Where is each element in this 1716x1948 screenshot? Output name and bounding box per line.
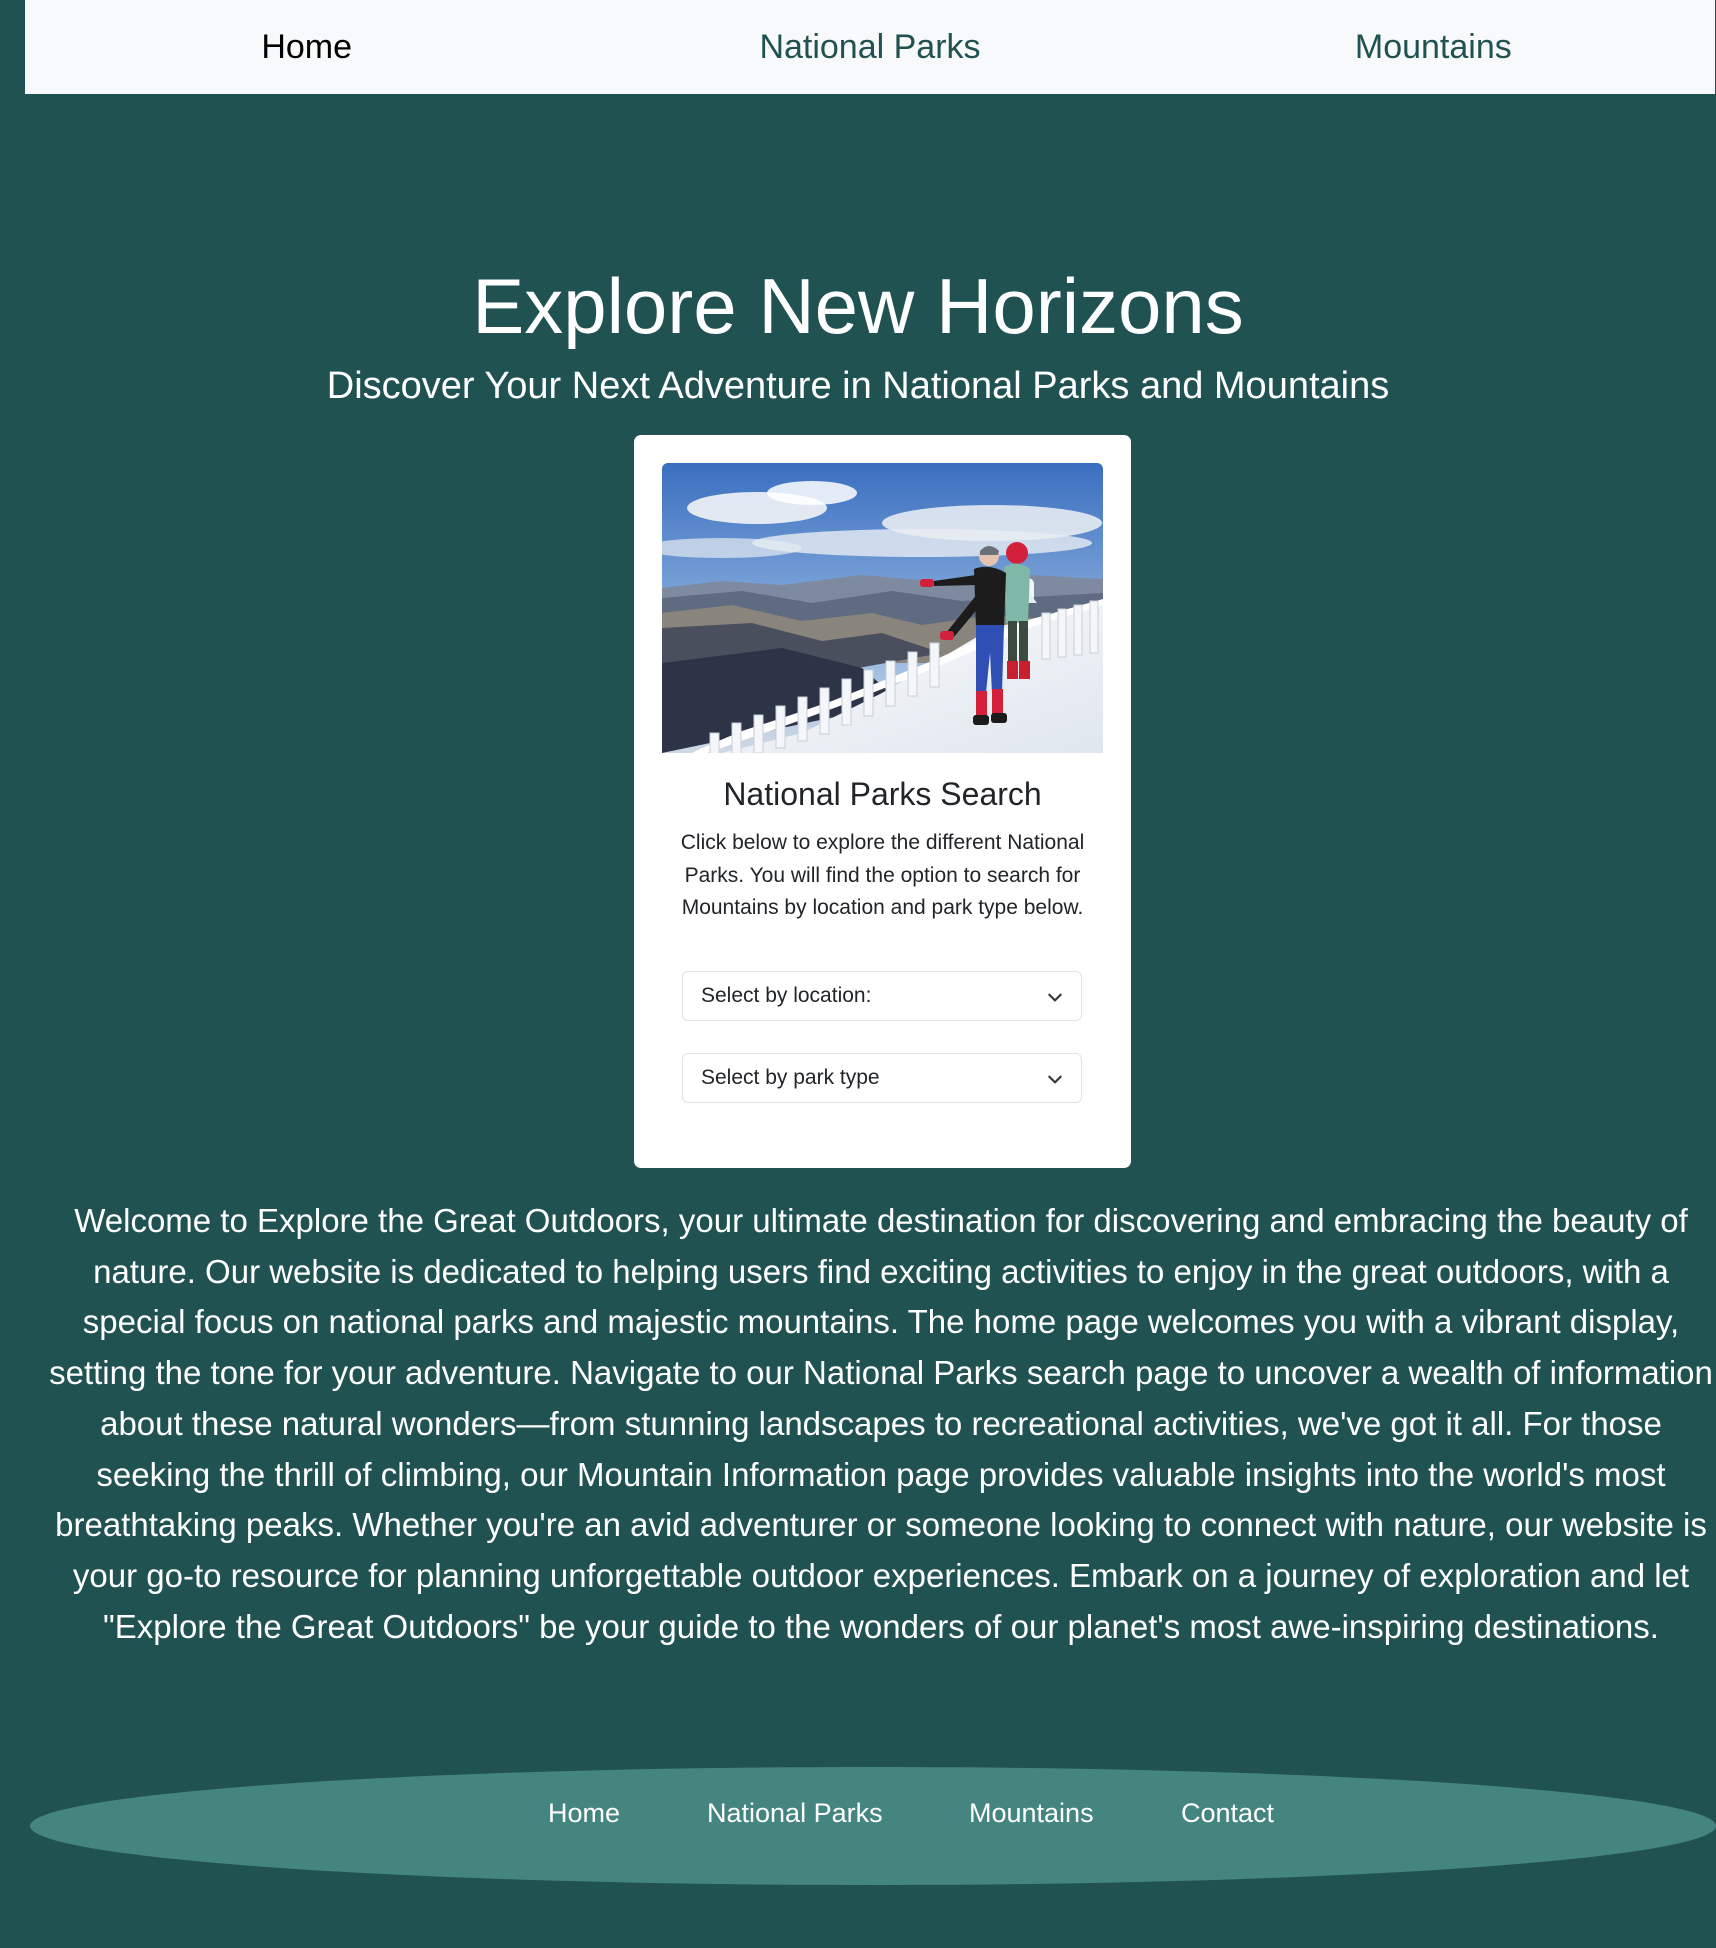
location-select-value: Select by location: — [701, 984, 872, 1007]
footer-home-link[interactable]: Home — [548, 1767, 620, 1859]
footer-nav: Home National Parks Mountains Contact — [0, 1767, 1716, 1885]
hero-subtitle: Discover Your Next Adventure in National… — [326, 365, 1390, 407]
card-image-hikers-snowy-summit — [662, 463, 1103, 753]
nav-mountains-link[interactable]: Mountains — [1152, 0, 1715, 94]
chevron-down-icon — [1048, 993, 1062, 1002]
card-title: National Parks Search — [723, 776, 1042, 812]
nav-national-parks-link[interactable]: National Parks — [588, 0, 1151, 94]
footer-contact-link[interactable]: Contact — [1181, 1767, 1274, 1859]
national-parks-search-card: National Parks Search Click below to exp… — [634, 435, 1131, 1168]
top-navbar: Home National Parks Mountains — [25, 0, 1715, 94]
card-description: Click below to explore the different Nat… — [680, 831, 1085, 919]
park-type-select-value: Select by park type — [701, 1066, 880, 1089]
nav-home-link[interactable]: Home — [25, 0, 588, 94]
chevron-down-icon — [1048, 1075, 1062, 1084]
location-select[interactable]: Select by location: — [682, 971, 1082, 1021]
hero-title: Explore New Horizons — [472, 262, 1244, 350]
footer-mountains-link[interactable]: Mountains — [969, 1767, 1094, 1859]
page: Home National Parks Mountains Explore Ne… — [0, 0, 1716, 1948]
park-type-select[interactable]: Select by park type — [682, 1053, 1082, 1103]
about-paragraph: Welcome to Explore the Great Outdoors, y… — [49, 1202, 1713, 1645]
footer-national-parks-link[interactable]: National Parks — [707, 1767, 883, 1859]
hikers-photo — [662, 463, 1103, 753]
